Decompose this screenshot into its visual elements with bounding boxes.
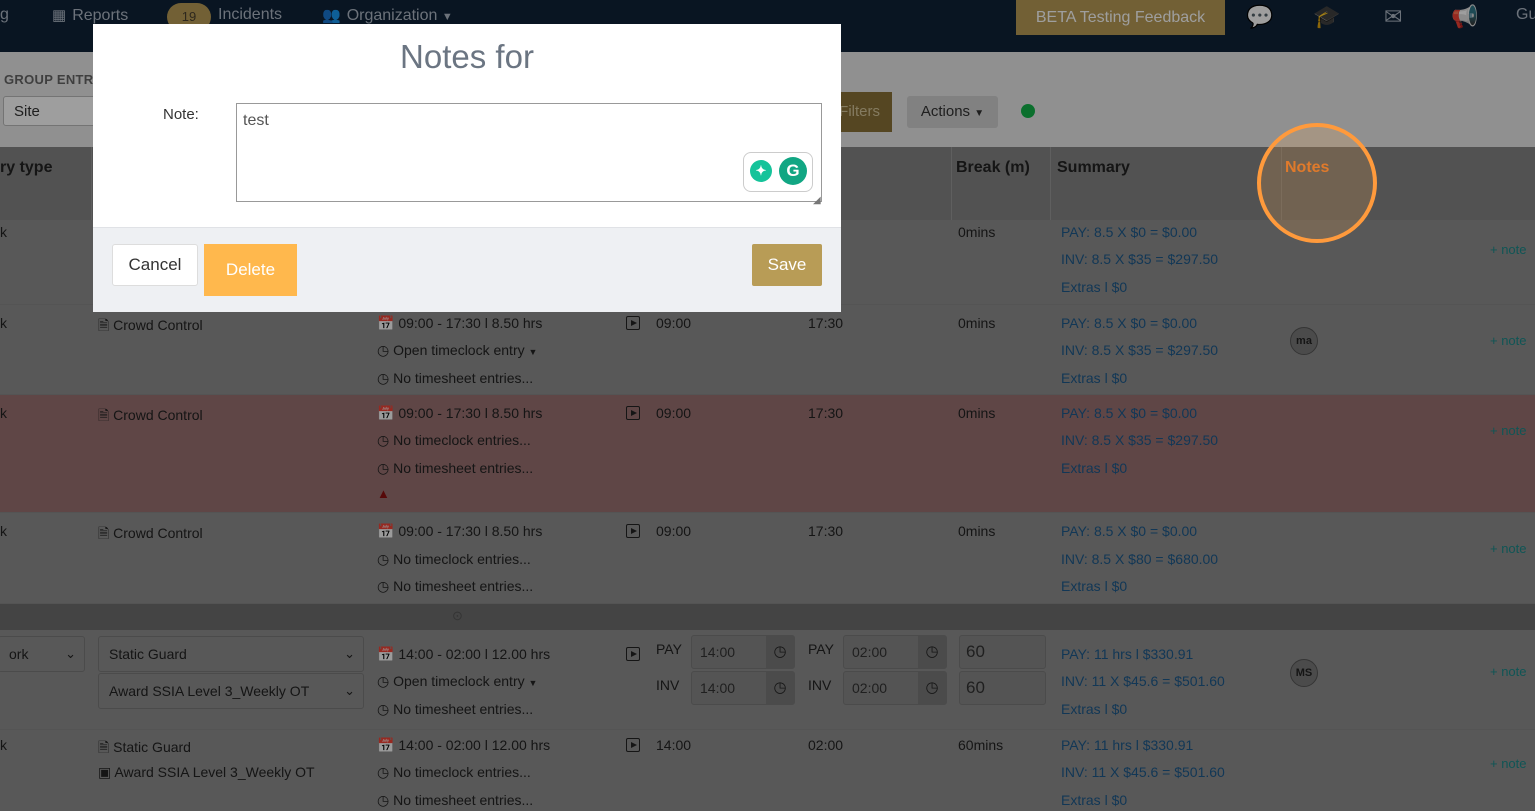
cancel-button[interactable]: Cancel [112, 244, 198, 286]
grammarly-icon[interactable]: G [779, 157, 807, 185]
note-textarea[interactable]: test [236, 103, 822, 202]
lightbulb-icon[interactable]: ✦ [750, 160, 772, 182]
modal-footer: Cancel Delete Save [93, 227, 841, 312]
notes-modal: Notes for Note: test ✦ G ◢ Cancel Delete… [93, 24, 841, 312]
click-highlight-ring [1257, 123, 1377, 243]
grammarly-widget[interactable]: ✦ G [743, 152, 813, 192]
note-label: Note: [163, 106, 199, 123]
delete-button[interactable]: Delete [204, 244, 297, 296]
modal-title: Notes for [400, 38, 534, 75]
header-notes[interactable]: Notes [1285, 159, 1329, 177]
resize-handle-icon[interactable]: ◢ [813, 195, 821, 206]
save-button[interactable]: Save [752, 244, 822, 286]
